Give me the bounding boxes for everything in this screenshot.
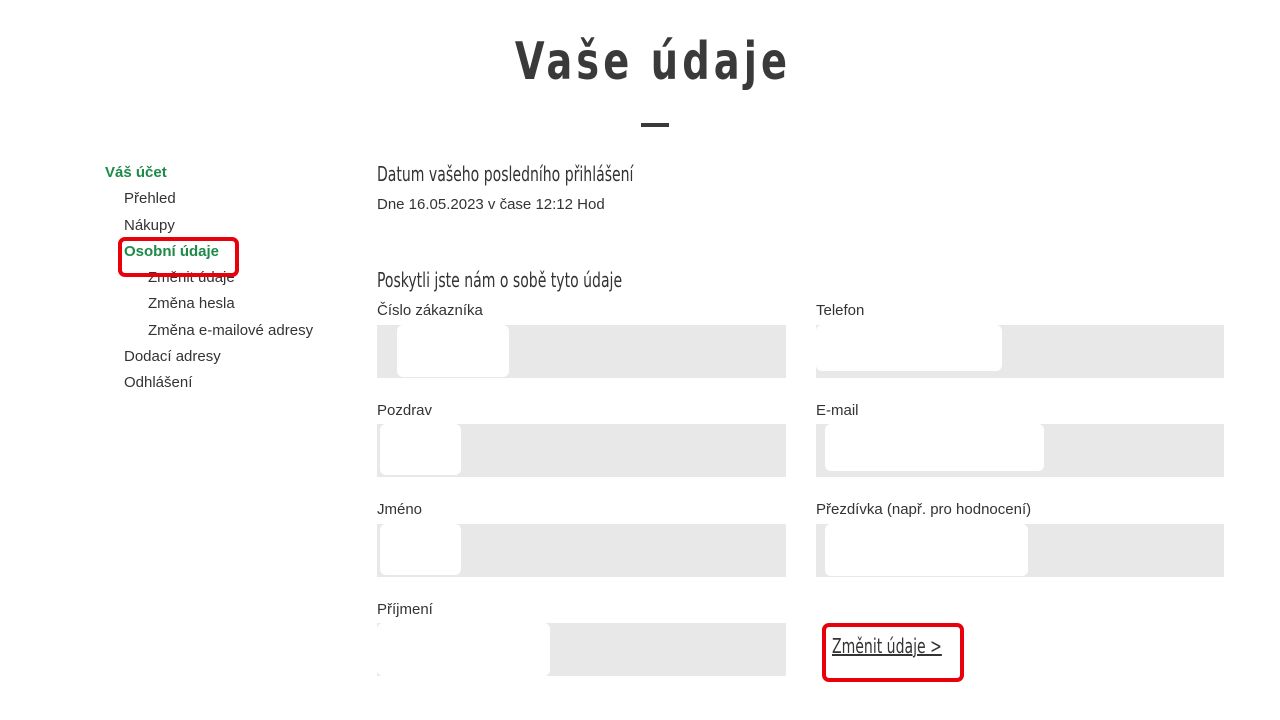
redacted-value	[380, 524, 461, 575]
first-name-field[interactable]	[377, 524, 786, 577]
customer-number-field[interactable]	[377, 325, 786, 378]
page-title: Vaše údaje	[514, 32, 792, 92]
sidebar-item-change-email[interactable]: Změna e-mailové adresy	[148, 322, 313, 340]
redacted-value	[377, 623, 550, 676]
redacted-value	[380, 424, 461, 475]
first-name-label: Jméno	[377, 501, 423, 518]
profile-data-heading: Poskytli jste nám o sobě tyto údaje	[377, 268, 623, 292]
sidebar-item-edit-data[interactable]: Změnit údaje	[148, 269, 235, 287]
redacted-value	[816, 325, 1002, 371]
sidebar-item-personal-data[interactable]: Osobní údaje	[124, 243, 219, 261]
email-field[interactable]	[816, 424, 1224, 477]
nickname-label: Přezdívka (např. pro hodnocení)	[816, 501, 1032, 518]
phone-label: Telefon	[816, 302, 865, 319]
title-divider	[641, 123, 669, 127]
nickname-field[interactable]	[816, 524, 1224, 577]
edit-data-link[interactable]: Změnit údaje >	[832, 634, 942, 658]
sidebar-item-overview[interactable]: Přehled	[124, 190, 176, 208]
sidebar-item-change-password[interactable]: Změna hesla	[148, 295, 235, 313]
last-login-date: Dne 16.05.2023 v čase 12:12 Hod	[377, 196, 605, 213]
sidebar-heading-account[interactable]: Váš účet	[105, 164, 167, 182]
redacted-value	[825, 424, 1044, 471]
customer-number-label: Číslo zákazníka	[377, 302, 483, 319]
sidebar-item-logout[interactable]: Odhlášení	[124, 374, 192, 392]
salutation-field[interactable]	[377, 424, 786, 477]
email-label: E-mail	[816, 402, 859, 419]
last-login-heading: Datum vašeho posledního přihlášení	[377, 162, 634, 186]
last-name-label: Příjmení	[377, 601, 433, 618]
sidebar-item-purchases[interactable]: Nákupy	[124, 217, 175, 235]
sidebar-item-delivery-addresses[interactable]: Dodací adresy	[124, 348, 221, 366]
phone-field[interactable]	[816, 325, 1224, 378]
last-name-field[interactable]	[377, 623, 786, 676]
salutation-label: Pozdrav	[377, 402, 433, 419]
redacted-value	[825, 524, 1028, 576]
redacted-value	[397, 325, 509, 377]
